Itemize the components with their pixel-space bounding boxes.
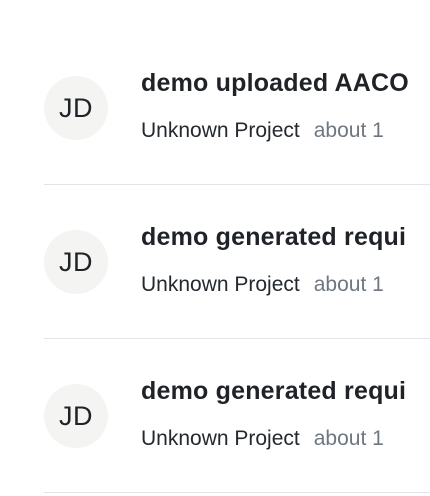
activity-item[interactable]: JD demo uploaded AACO Unknown Project abo… [0,31,430,185]
activity-title[interactable]: demo generated requi [141,223,406,252]
divider [44,492,430,493]
activity-title[interactable]: demo generated requi [141,377,406,406]
avatar: JD [44,230,108,294]
timestamp: about 1 [313,119,384,142]
activity-title[interactable]: demo uploaded AACO [141,69,409,98]
project-name[interactable]: Unknown Project [141,273,300,296]
activity-meta: Unknown Project about 1 [141,273,384,297]
timestamp: about 1 [313,427,384,450]
activity-item[interactable]: JD demo generated requi Unknown Project a… [0,339,430,493]
project-name[interactable]: Unknown Project [141,427,300,450]
activity-meta: Unknown Project about 1 [141,427,384,451]
activity-feed: JD demo uploaded AACO Unknown Project abo… [0,31,430,493]
avatar: JD [44,384,108,448]
activity-meta: Unknown Project about 1 [141,119,384,143]
timestamp: about 1 [313,273,384,296]
avatar: JD [44,76,108,140]
project-name[interactable]: Unknown Project [141,119,300,142]
activity-item[interactable]: JD demo generated requi Unknown Project a… [0,185,430,339]
